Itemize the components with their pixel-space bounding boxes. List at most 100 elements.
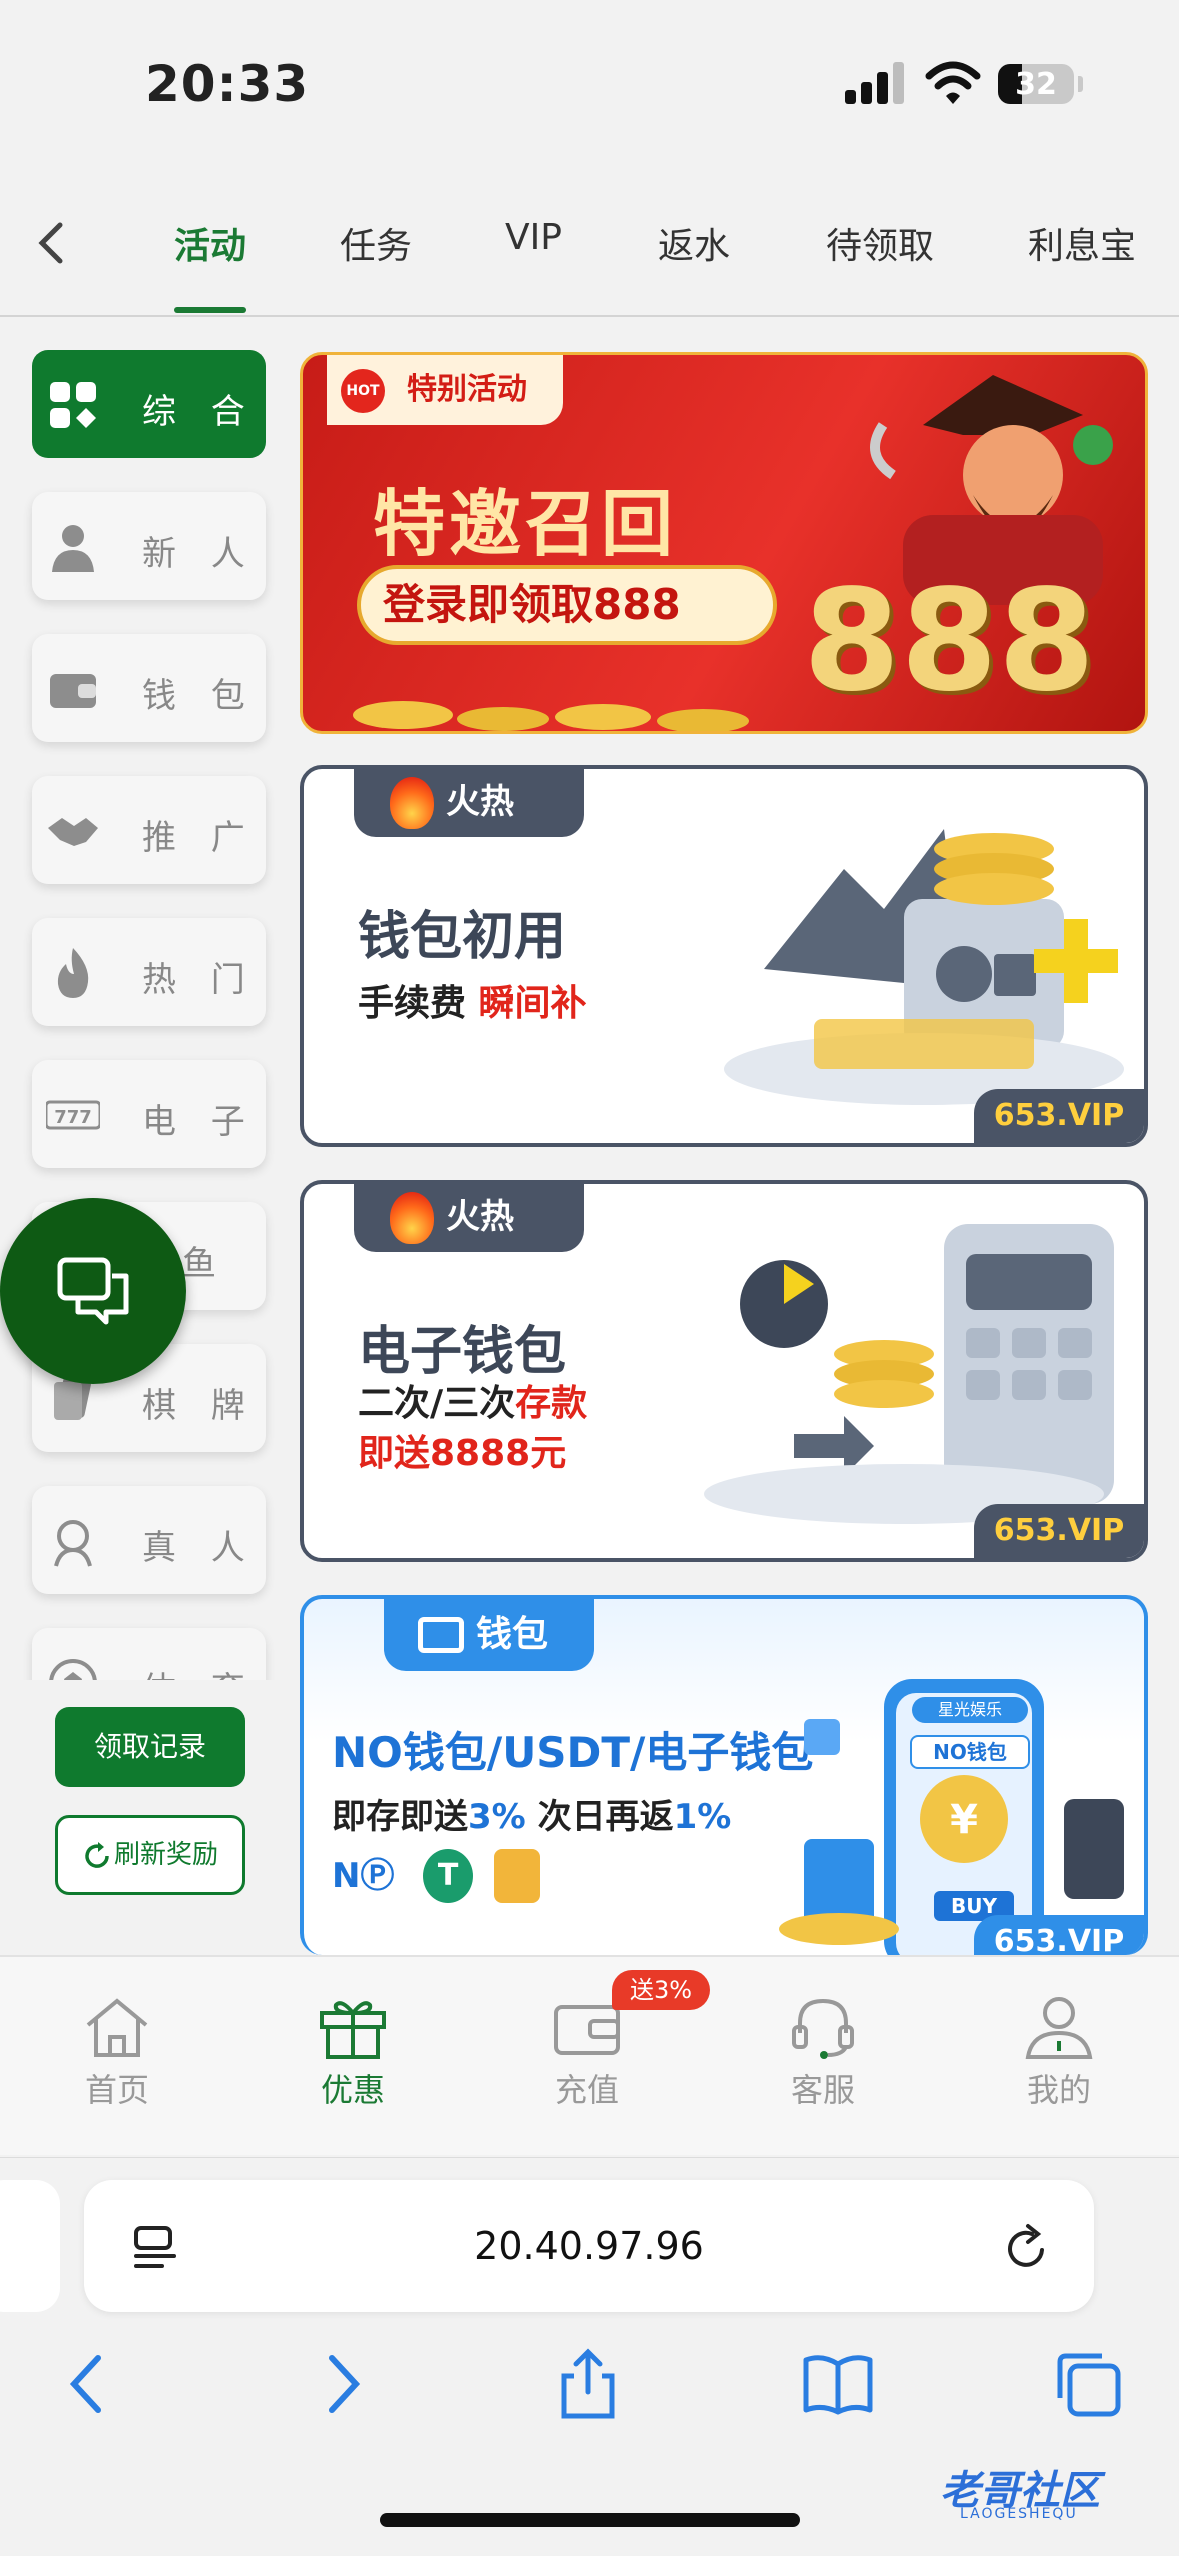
banner-big-number: 888 [803,560,1096,723]
sidebar-item-wallet[interactable]: 钱 包 [32,634,266,742]
sidebar-item-sports[interactable]: 体 育 [32,1628,266,1680]
sidebar-item-label: 电 子 [142,1102,257,1142]
flame-icon [57,948,89,998]
gift-icon [320,2001,386,2059]
sidebar-item-newcomer[interactable]: 新 人 [32,492,266,600]
promo-banner-wallet-first[interactable]: 火热 钱包初用 手续费 瞬间补 653.VIP [300,765,1148,1147]
banner-subtitle: 即存即送3% 次日再返1% [332,1789,731,1838]
banner-line1-text: 二次/三次 [358,1383,516,1424]
nav-label: 优惠 [320,2071,385,2109]
banner-title: 钱包初用 [358,907,567,967]
chat-bubble-icon [57,1257,129,1325]
battery-icon: 32 [998,64,1074,104]
cellular-signal-icon [845,62,907,104]
browser-back-icon[interactable] [52,2348,124,2420]
wallet-icon [50,674,96,708]
banner-tag: HOT 特别活动 [327,355,563,425]
sidebar-item-label: 综 合 [142,392,257,432]
tabs-icon[interactable] [1052,2348,1124,2420]
tab-rebate[interactable]: 返水 [658,217,730,269]
sidebar-item-label: 体 育 [142,1662,257,1680]
sidebar-item-label: 推 广 [142,818,257,858]
promo-banner-ewallet[interactable]: 火热 电子钱包 二次/三次存款 即送8888元 653.VIP [300,1180,1148,1562]
back-chevron-icon[interactable] [30,217,76,269]
sidebar-item-promote[interactable]: 推 广 [32,776,266,884]
refresh-icon [85,1841,109,1868]
home-icon [86,1998,148,2057]
banner-subtitle-a: 即存即送 [332,1797,468,1837]
watermark-sub: LAOGESHEQU [960,2506,1078,2522]
active-tab-indicator [174,307,246,313]
sidebar-item-label: 鱼 [182,1244,228,1284]
share-icon[interactable] [552,2348,624,2420]
status-bar: 20:33 32 [0,0,1179,175]
nav-promotions[interactable]: 优惠 [278,1995,428,2111]
hot-badge-icon: HOT [341,369,385,413]
tab-activity[interactable]: 活动 [174,217,246,269]
tab-interest[interactable]: 利息宝 [1028,217,1136,269]
flame-icon [390,777,434,829]
sidebar-item-live[interactable]: 真 人 [32,1486,266,1594]
banner-title: 电子钱包 [358,1322,567,1382]
bottom-nav-bar: 首页 优惠 充值 客服 我的 [0,1955,1179,2155]
sidebar-item-slots[interactable]: 777 电 子 [32,1060,266,1168]
bookmarks-icon[interactable] [802,2348,874,2420]
svg-text:777: 777 [54,1107,92,1128]
vip-domain-tag: 653.VIP [974,1504,1144,1558]
ball-icon [49,1659,97,1680]
banner-subtitle-text: 手续费 [358,983,479,1024]
banner-tag-label: 火热 [446,782,514,822]
sidebar-item-label: 棋 牌 [142,1386,257,1426]
slot-777-icon: 777 [46,1100,100,1130]
reload-icon[interactable] [1002,2222,1052,2274]
nav-deposit[interactable]: 充值 [512,1995,662,2111]
sidebar-item-label: 钱 包 [142,676,257,716]
battery-level: 32 [1015,67,1057,102]
tab-tasks[interactable]: 任务 [340,217,412,269]
promo-banner-wallet-usdt[interactable]: 钱包 NO钱包/USDT/电子钱包 即存即送3% 次日再返1% NⓅ T ¥ 星… [300,1595,1148,1955]
banner-line1-highlight: 存款 [515,1383,588,1424]
banner-tag: 火热 [354,769,584,837]
nav-label: 我的 [1026,2071,1091,2109]
wallet-icon [418,1617,464,1653]
vip-domain-tag: 653.VIP [974,1089,1144,1143]
address-bar[interactable]: 20.40.97.96 [84,2180,1094,2312]
claim-record-button[interactable]: 领取记录 [55,1707,245,1787]
promo-banner-special[interactable]: HOT 特别活动 特邀召回 登录即领取888 888 [300,352,1148,734]
status-time: 20:33 [145,55,310,113]
banner-tag: 钱包 [384,1599,594,1671]
previous-tab-card[interactable] [0,2180,60,2312]
nav-profile[interactable]: 我的 [984,1995,1134,2111]
tab-vip[interactable]: VIP [505,217,562,258]
refresh-rewards-button[interactable]: 刷新奖励 [55,1815,245,1895]
banner-tag: 火热 [354,1184,584,1252]
url-text: 20.40.97.96 [474,2224,704,2268]
banner-subtitle-c: 次日再返 [525,1797,674,1837]
nav-home[interactable]: 首页 [42,1995,192,2111]
nav-label: 首页 [84,2071,149,2109]
grid-icon [50,382,96,428]
calculator-coins-illustration-icon [704,1224,1114,1524]
phone-wallet-label: NO钱包 [910,1735,1030,1769]
sidebar-item-label: 新 人 [142,534,257,574]
tab-pending[interactable]: 待领取 [826,217,934,269]
sidebar-item-all[interactable]: 综 合 [32,350,266,458]
profile-icon [1025,1997,1093,2059]
nav-support[interactable]: 客服 [748,1995,898,2111]
banner-title: NO钱包/USDT/电子钱包 [332,1728,814,1777]
browser-forward-icon[interactable] [306,2348,378,2420]
headset-icon [792,1998,854,2059]
nav-label: 充值 [554,2071,619,2109]
nav-label: 客服 [790,2071,855,2109]
live-chat-button[interactable] [0,1198,186,1384]
sidebar-item-hot[interactable]: 热 门 [32,918,266,1026]
flame-icon [390,1192,434,1244]
banner-subtitle-b: 3% [468,1797,526,1837]
safe-coins-illustration-icon [724,829,1124,1105]
person-icon [52,525,94,572]
vip-domain-tag: 653.VIP [974,1915,1144,1955]
gold-coins-icon [353,701,749,731]
dealer-icon [54,1520,92,1567]
deposit-bonus-badge: 送3% [612,1970,710,2010]
banner-title: 特邀召回 [373,482,678,566]
